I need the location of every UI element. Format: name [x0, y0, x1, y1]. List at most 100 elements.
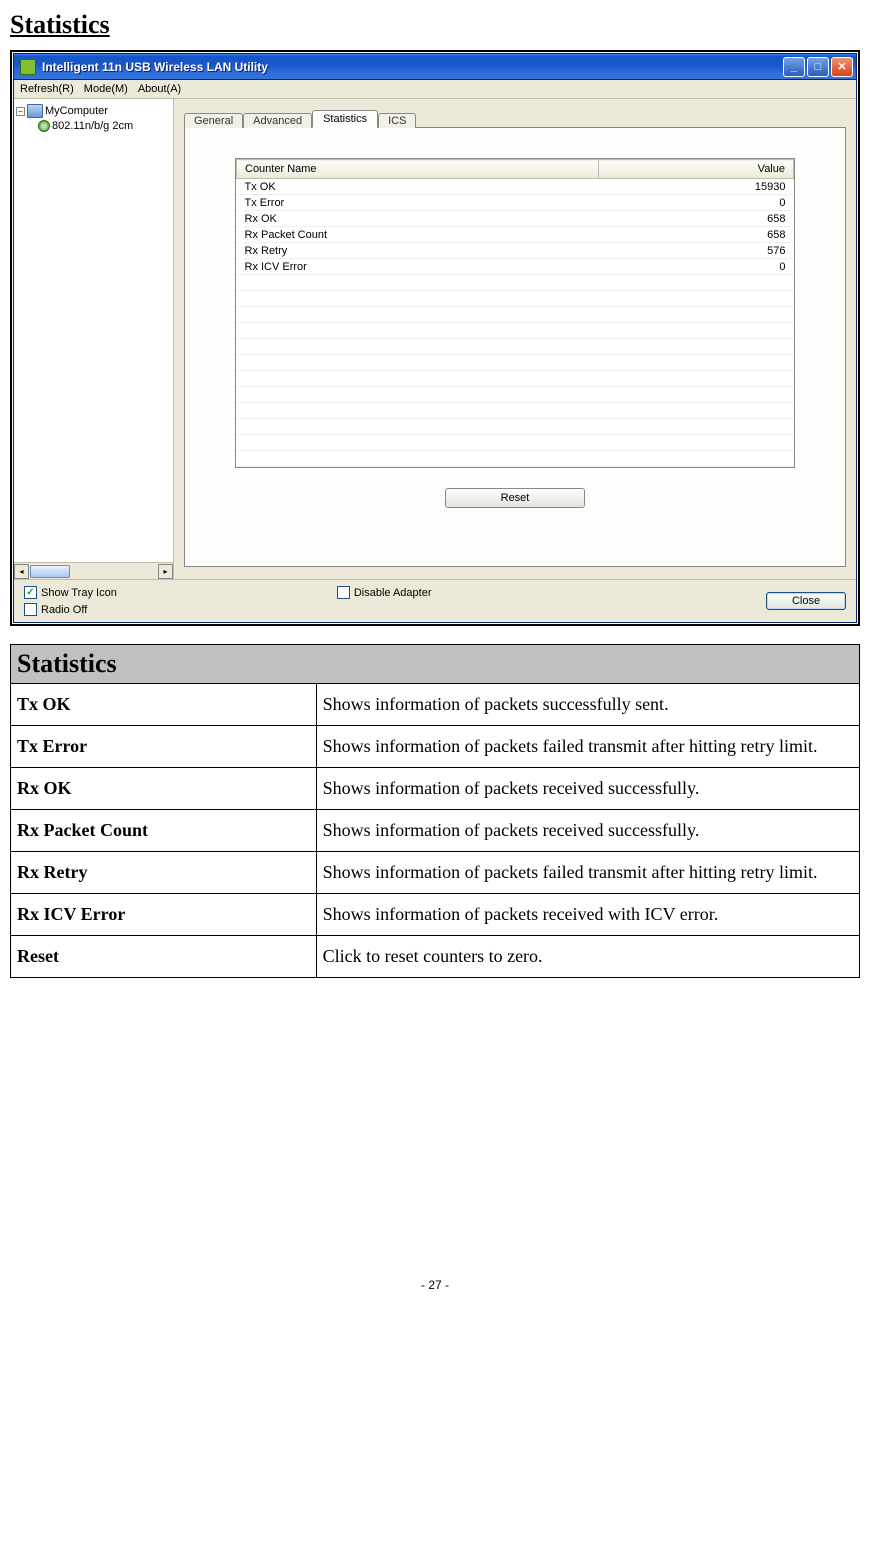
empty-cell	[599, 451, 794, 467]
table-row[interactable]: Tx Error0	[237, 195, 794, 211]
table-row: Rx RetryShows information of packets fai…	[11, 852, 860, 894]
col-value[interactable]: Value	[599, 160, 794, 179]
stat-name: Rx ICV Error	[237, 259, 599, 275]
desc-key: Reset	[11, 936, 317, 978]
table-row: Tx ErrorShows information of packets fai…	[11, 726, 860, 768]
stat-name: Tx Error	[237, 195, 599, 211]
desc-text: Shows information of packets failed tran…	[316, 726, 859, 768]
tree-root-label: MyComputer	[45, 105, 108, 117]
tree-child[interactable]: 802.11n/b/g 2cm	[16, 119, 171, 133]
screenshot-container: Intelligent 11n USB Wireless LAN Utility…	[10, 50, 860, 626]
empty-cell	[599, 355, 794, 371]
table-row[interactable]: Tx OK15930	[237, 179, 794, 195]
empty-cell	[599, 403, 794, 419]
table-row	[237, 387, 794, 403]
window-buttons: _ □ ✕	[783, 57, 853, 77]
minimize-button[interactable]: _	[783, 57, 805, 77]
close-window-button[interactable]: ✕	[831, 57, 853, 77]
reset-row: Reset	[235, 488, 795, 508]
description-table: Statistics Tx OKShows information of pac…	[10, 644, 860, 978]
desc-header: Statistics	[11, 645, 860, 684]
checkbox-icon	[24, 603, 37, 616]
menu-about[interactable]: About(A)	[138, 83, 181, 95]
stat-name: Rx OK	[237, 211, 599, 227]
empty-cell	[599, 291, 794, 307]
stat-table: Counter Name Value Tx OK15930Tx Error0Rx…	[236, 159, 794, 467]
tab-ics[interactable]: ICS	[378, 113, 416, 128]
desc-key: Rx OK	[11, 768, 317, 810]
radio-off-label: Radio Off	[41, 604, 87, 616]
desc-key: Rx Packet Count	[11, 810, 317, 852]
scroll-left-icon[interactable]: ◂	[14, 564, 29, 579]
stat-value: 15930	[599, 179, 794, 195]
desc-key: Rx Retry	[11, 852, 317, 894]
tree-scrollbar[interactable]: ◂ ▸	[14, 562, 173, 579]
empty-cell	[237, 339, 599, 355]
disable-adapter-label: Disable Adapter	[354, 587, 432, 599]
desc-key: Rx ICV Error	[11, 894, 317, 936]
table-row: Rx Packet CountShows information of pack…	[11, 810, 860, 852]
reset-button[interactable]: Reset	[445, 488, 585, 508]
desc-header-row: Statistics	[11, 645, 860, 684]
tab-statistics[interactable]: Statistics	[312, 110, 378, 128]
empty-cell	[237, 435, 599, 451]
table-row	[237, 435, 794, 451]
checkbox-icon	[337, 586, 350, 599]
section-heading: Statistics	[10, 10, 860, 40]
app-window: Intelligent 11n USB Wireless LAN Utility…	[13, 53, 857, 623]
table-row[interactable]: Rx OK658	[237, 211, 794, 227]
tree-panel: − MyComputer 802.11n/b/g 2cm ◂ ▸	[14, 99, 174, 579]
menu-mode[interactable]: Mode(M)	[84, 83, 128, 95]
desc-text: Click to reset counters to zero.	[316, 936, 859, 978]
empty-cell	[237, 323, 599, 339]
tree-child-label: 802.11n/b/g 2cm	[52, 120, 133, 132]
table-row: Rx OKShows information of packets receiv…	[11, 768, 860, 810]
desc-key: Tx OK	[11, 684, 317, 726]
disable-adapter-checkbox[interactable]: Disable Adapter	[337, 586, 432, 599]
empty-cell	[599, 371, 794, 387]
scroll-right-icon[interactable]: ▸	[158, 564, 173, 579]
empty-cell	[237, 291, 599, 307]
table-row	[237, 339, 794, 355]
empty-cell	[237, 451, 599, 467]
empty-cell	[599, 435, 794, 451]
table-row: ResetClick to reset counters to zero.	[11, 936, 860, 978]
maximize-button[interactable]: □	[807, 57, 829, 77]
radio-off-checkbox[interactable]: Radio Off	[24, 603, 117, 616]
stat-value: 0	[599, 195, 794, 211]
computer-icon	[27, 104, 43, 118]
checkbox-col-mid: Disable Adapter	[337, 586, 432, 599]
empty-cell	[237, 275, 599, 291]
table-row	[237, 403, 794, 419]
scroll-thumb[interactable]	[30, 565, 70, 578]
stat-value: 658	[599, 227, 794, 243]
titlebar: Intelligent 11n USB Wireless LAN Utility…	[14, 54, 856, 80]
show-tray-checkbox[interactable]: ✓ Show Tray Icon	[24, 586, 117, 599]
table-row	[237, 307, 794, 323]
table-row[interactable]: Rx ICV Error0	[237, 259, 794, 275]
tab-advanced[interactable]: Advanced	[243, 113, 312, 128]
table-row: Rx ICV ErrorShows information of packets…	[11, 894, 860, 936]
table-row: Tx OKShows information of packets succes…	[11, 684, 860, 726]
table-row	[237, 371, 794, 387]
empty-cell	[599, 323, 794, 339]
page-number: - 27 -	[10, 1278, 860, 1292]
empty-cell	[237, 307, 599, 323]
tabs-row: General Advanced Statistics ICS	[184, 105, 846, 127]
tab-general[interactable]: General	[184, 113, 243, 128]
table-row[interactable]: Rx Retry576	[237, 243, 794, 259]
stat-value: 658	[599, 211, 794, 227]
menu-refresh[interactable]: Refresh(R)	[20, 83, 74, 95]
stat-name: Rx Packet Count	[237, 227, 599, 243]
tree-root[interactable]: − MyComputer	[16, 103, 171, 119]
checkbox-icon: ✓	[24, 586, 37, 599]
table-row[interactable]: Rx Packet Count658	[237, 227, 794, 243]
menubar: Refresh(R) Mode(M) About(A)	[14, 80, 856, 99]
close-button[interactable]: Close	[766, 592, 846, 610]
tree-collapse-icon[interactable]: −	[16, 107, 25, 116]
empty-cell	[599, 275, 794, 291]
col-counter-name[interactable]: Counter Name	[237, 160, 599, 179]
adapter-icon	[38, 120, 50, 132]
empty-cell	[599, 387, 794, 403]
app-icon	[20, 59, 36, 75]
